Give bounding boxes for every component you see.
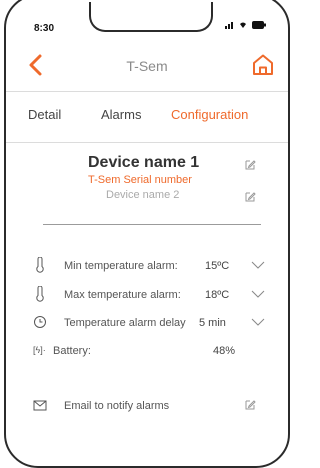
max-temperature-label: Max temperature alarm: [64, 289, 181, 301]
edit-device-name-icon[interactable] [244, 159, 256, 171]
chevron-down-icon[interactable] [251, 259, 265, 271]
tab-configuration[interactable]: Configuration [171, 107, 248, 122]
max-temperature-value: 18ºC [205, 289, 230, 301]
signal-icon [224, 22, 233, 29]
email-row: Email to notify alarms [33, 397, 265, 417]
tab-bar: Detail Alarms Configuration [6, 103, 288, 133]
chevron-down-icon[interactable] [251, 316, 265, 328]
email-label: Email to notify alarms [64, 400, 170, 412]
edit-email-icon[interactable] [244, 399, 256, 411]
nav-bar: T-Sem [6, 44, 288, 88]
alarm-delay-row: Temperature alarm delay 5 min [33, 314, 265, 334]
home-icon[interactable] [250, 52, 276, 78]
min-temperature-label: Min temperature alarm: [64, 260, 178, 272]
chevron-down-icon[interactable] [251, 288, 265, 300]
clock-icon [34, 316, 46, 328]
status-icons [224, 21, 266, 31]
mail-icon [33, 400, 47, 411]
device-name-secondary: Device name 2 [106, 189, 180, 201]
device-name: Device name 1 [88, 154, 200, 171]
page-title: T-Sem [126, 58, 168, 74]
battery-value: 48% [213, 345, 236, 357]
battery-status-icon [252, 21, 266, 29]
min-temperature-value: 15ºC [205, 260, 230, 272]
edit-device-name2-icon[interactable] [244, 191, 256, 203]
tab-detail[interactable]: Detail [28, 107, 61, 122]
header-divider [6, 91, 288, 92]
phone-frame: 8:30 T-Sem Detail Alarms Configuration D… [4, 0, 290, 468]
device-notch [89, 2, 213, 32]
max-temperature-row: Max temperature alarm: 18ºC [33, 286, 265, 306]
alarm-delay-label: Temperature alarm delay [64, 317, 186, 329]
thermometer-icon [36, 257, 44, 273]
tabs-divider [6, 142, 288, 143]
status-time: 8:30 [34, 23, 55, 34]
tab-alarms[interactable]: Alarms [101, 107, 141, 122]
wifi-icon [240, 22, 247, 28]
min-temperature-row: Min temperature alarm: 15ºC [33, 257, 265, 277]
device-serial: T-Sem Serial number [88, 174, 192, 186]
status-bar: 8:30 [6, 0, 288, 36]
battery-icon: [ϟ]· [33, 345, 46, 355]
alarm-delay-value: 5 min [199, 317, 226, 329]
battery-row: [ϟ]· Battery: 48% [33, 342, 265, 362]
device-divider [43, 224, 261, 225]
thermometer-icon [36, 286, 44, 302]
battery-label: Battery: [53, 345, 91, 357]
